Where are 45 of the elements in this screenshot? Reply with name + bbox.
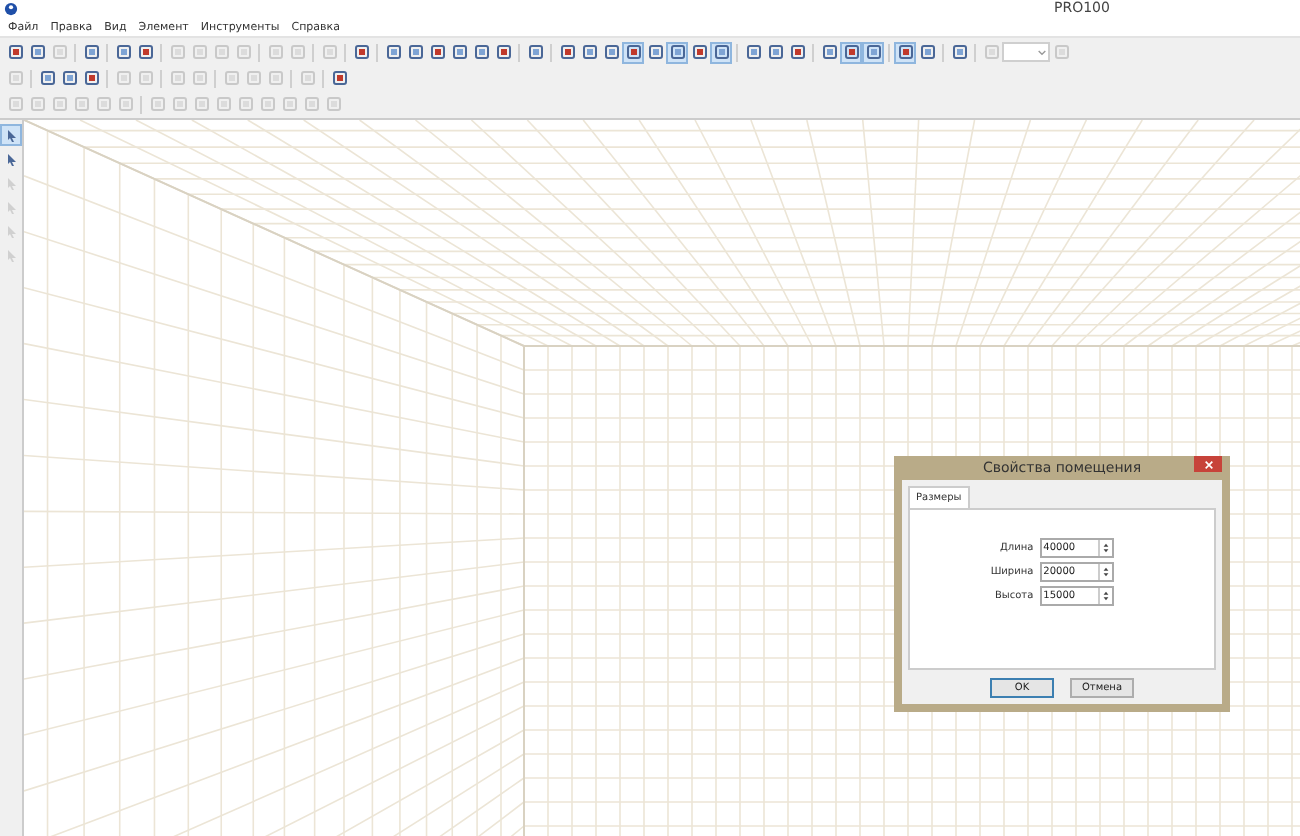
toolbar-button[interactable] [666,41,688,63]
up-down-arrows-icon [1101,542,1110,554]
toolbar-button[interactable] [350,41,372,63]
toolbar-button[interactable] [382,41,404,63]
toolbar-button[interactable] [134,41,156,63]
toolbar-button[interactable] [524,41,546,63]
toolbar-button[interactable] [862,41,884,63]
toolbar-button[interactable] [840,41,862,63]
toolbar-button[interactable] [36,67,58,89]
toolbar-button[interactable] [948,41,970,63]
tool-button[interactable] [0,124,22,146]
toolbar-button[interactable] [688,41,710,63]
toolbar-button[interactable] [26,41,48,63]
toolbar-button[interactable] [742,41,764,63]
toolbar-button[interactable] [404,41,426,63]
spin-buttons[interactable] [1097,540,1112,556]
toolbar-button[interactable] [894,41,916,63]
toolbar-button[interactable] [426,41,448,63]
spin-buttons[interactable] [1097,588,1112,604]
toolbar-button[interactable] [644,41,666,63]
close-icon [1203,459,1213,469]
up-down-arrows-icon [1101,566,1110,578]
toolbar-button[interactable] [470,41,492,63]
toolbar-button[interactable] [112,41,134,63]
toolbar-button[interactable] [916,41,938,63]
spin-buttons[interactable] [1097,564,1112,580]
caret-icon [1038,49,1046,55]
toolbar-button[interactable] [818,41,840,63]
toolbar-button[interactable] [764,41,786,63]
toolbar-button[interactable] [556,41,578,63]
toolbar-button[interactable] [58,67,80,89]
toolbar-button[interactable] [492,41,514,63]
close-button[interactable] [1194,456,1222,472]
toolbar-button[interactable] [786,41,808,63]
toolbar-button[interactable] [448,41,470,63]
toolbar-button[interactable] [4,41,26,63]
up-down-arrows-icon [1101,590,1110,602]
toolbar-button[interactable] [80,41,102,63]
toolbar-button[interactable] [622,41,644,63]
toolbar-button[interactable] [80,67,102,89]
toolbar-button[interactable] [710,41,732,63]
toolbar-button[interactable] [328,67,350,89]
tool-icon [1053,44,1069,60]
toolbar-button[interactable] [600,41,622,63]
toolbar-button[interactable] [578,41,600,63]
